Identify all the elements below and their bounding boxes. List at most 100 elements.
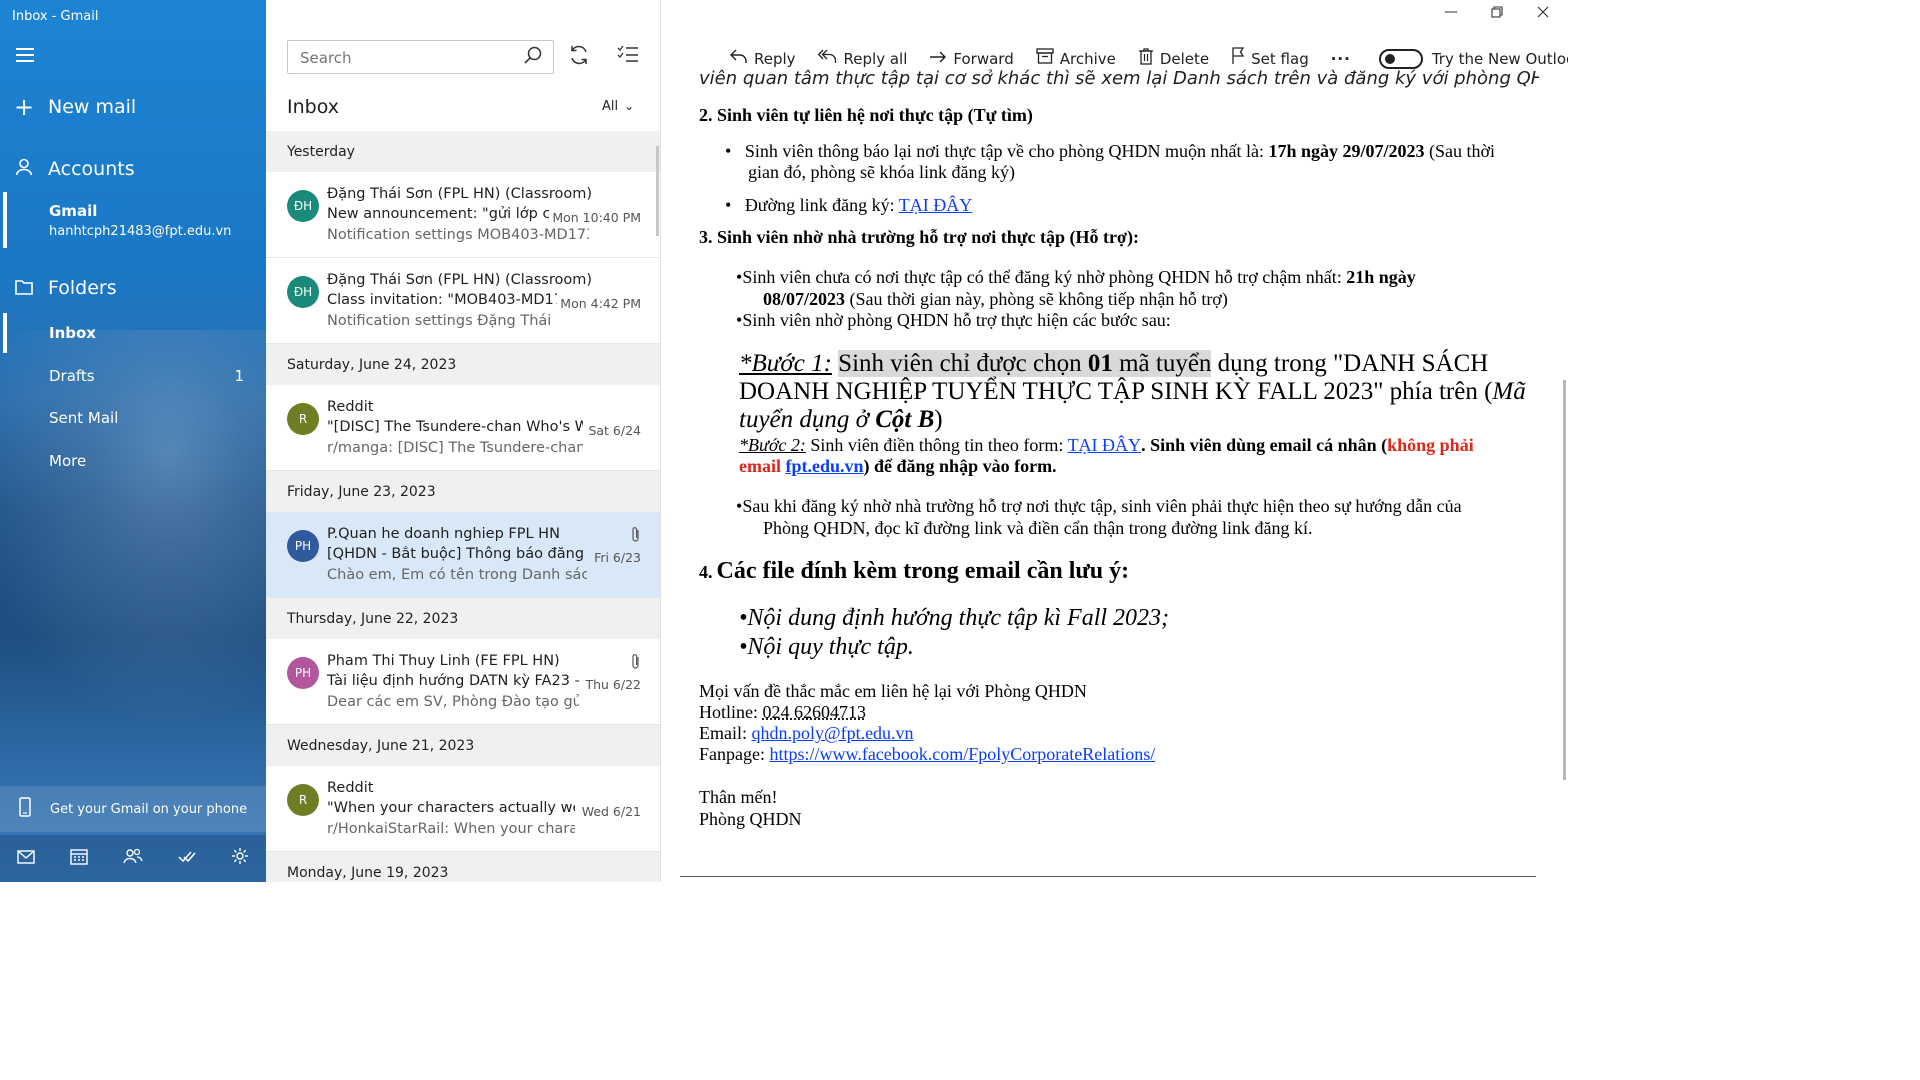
folders-button[interactable]: Folders (0, 273, 266, 303)
minimize-icon[interactable]: — (1444, 4, 1458, 20)
body-text: Sau khi đăng ký nhờ nhà trường hỗ trợ nơ… (742, 496, 1462, 516)
section-title: Sinh viên tự liên hệ nơi thực tập (Tự tì… (717, 105, 1033, 125)
chevron-down-icon: ⌄ (624, 99, 635, 113)
highlighted-text: 01 (1087, 350, 1113, 377)
person-icon (0, 157, 48, 181)
search-icon[interactable] (523, 45, 543, 70)
section-title: Các file đính kèm trong email cần lưu ý: (716, 558, 1130, 584)
folder-inbox[interactable]: Inbox (0, 313, 266, 353)
message-preview: Chào em, Em có tên trong Danh sách đăng (327, 567, 587, 583)
hotline-line: Hotline: 024 62604713 (699, 702, 866, 723)
message-item[interactable]: ĐH Đặng Thái Sơn (FPL HN) (Classroom) Ne… (266, 172, 660, 258)
deadline-text: 17h ngày 29/07/2023 (1268, 141, 1425, 161)
label: Fanpage: (699, 744, 770, 764)
maximize-icon[interactable] (1491, 6, 1503, 22)
section-title: Sinh viên nhờ nhà trường hỗ trợ nơi thực… (717, 227, 1139, 247)
account-name: Gmail (49, 202, 98, 220)
body-text: Cột B (875, 406, 935, 433)
form-link[interactable]: TẠI ĐÂY (1068, 435, 1142, 455)
selection-indicator (3, 192, 7, 248)
message-subject: Tài liệu định hướng DATN kỳ FA23 – Lớp (327, 673, 579, 689)
body-text: ) (934, 406, 943, 433)
sync-icon[interactable] (568, 44, 590, 71)
new-mail-button[interactable]: + New mail (0, 92, 266, 122)
body-text: Sinh viên chưa có nơi thực tập có thể đă… (742, 267, 1347, 287)
message-item[interactable]: PH Pham Thi Thuy Linh (FE FPL HN) Tài li… (266, 639, 660, 725)
email-line: Email: qhdn.poly@fpt.edu.vn (699, 723, 914, 744)
warning-text: không phải (1387, 435, 1474, 455)
signature: Phòng QHDN (699, 809, 802, 829)
message-sender: Pham Thi Thuy Linh (FE FPL HN) (327, 653, 560, 669)
section-number: 4. (699, 562, 713, 582)
message-item[interactable]: R Reddit "[DISC] The Tsundere-chan Who's… (266, 385, 660, 471)
section-number: 3. (699, 227, 713, 247)
attachment-icon (631, 526, 641, 547)
message-list: Yesterday ĐH Đặng Thái Sơn (FPL HN) (Cla… (266, 131, 660, 882)
search-box[interactable] (287, 40, 554, 74)
message-preview: Notification settings Đặng Thái Sơn (327, 313, 553, 329)
fanpage-link[interactable]: https://www.facebook.com/FpolyCorporateR… (769, 744, 1155, 764)
reading-pane-scrollbar[interactable] (1563, 380, 1566, 780)
body-text: Sinh viên thông báo lại nơi thực tập về … (744, 141, 1269, 161)
bullet-item: •Sinh viên nhờ phòng QHDN hỗ trợ thực hi… (736, 310, 1171, 330)
message-list-pane: Inbox All ⌄ Yesterday ĐH Đặng Thái Sơn (F… (266, 0, 661, 882)
domain-link[interactable]: fpt.edu.vn (786, 456, 864, 476)
folder-sent-mail[interactable]: Sent Mail (0, 398, 266, 438)
promo-text: Get your Gmail on your phone (50, 801, 248, 817)
email-body-top-cut: viên quan tâm thực tập tại cơ sở khác th… (699, 62, 1539, 92)
new-mail-label: New mail (48, 96, 137, 118)
calendar-icon[interactable] (70, 848, 88, 870)
folder-icon (0, 276, 48, 300)
folder-label: Inbox (49, 324, 96, 342)
highlighted-text: Sinh viên chỉ được chọn (838, 350, 1088, 377)
avatar: ĐH (287, 276, 319, 308)
close-icon[interactable] (1537, 6, 1549, 22)
avatar: PH (287, 530, 319, 562)
message-sender: Đặng Thái Sơn (FPL HN) (Classroom) (327, 186, 592, 202)
mail-icon[interactable] (17, 849, 36, 869)
attachment-item: •Nội dung định hướng thực tập kì Fall 20… (739, 605, 1170, 631)
deadline-text: 08/07/2023 (763, 289, 846, 309)
section-heading: 2. Sinh viên tự liên hệ nơi thực tập (Tự… (699, 105, 1033, 126)
body-text: Mọi vấn đề thắc mắc em liên hệ lại với P… (699, 681, 1087, 701)
date-group-header: Wednesday, June 21, 2023 (266, 725, 660, 766)
body-text: Nội quy thực tập. (747, 634, 914, 660)
bullet-item: • Đường link đăng ký: TẠI ĐÂY (725, 195, 973, 215)
list-scrollbar[interactable] (656, 146, 659, 236)
step-1-line: DOANH NGHIỆP TUYỂN THỰC TẬP SINH KỲ FALL… (739, 378, 1526, 406)
message-item[interactable]: ĐH Đặng Thái Sơn (FPL HN) (Classroom) Cl… (266, 258, 660, 344)
step-label: *Bước 1: (739, 350, 832, 377)
section-heading: 4. Các file đính kèm trong email cần lưu… (699, 558, 1129, 585)
body-text: tuyển dụng ở (739, 406, 876, 433)
get-app-promo[interactable]: Get your Gmail on your phone (0, 786, 266, 832)
message-item-selected[interactable]: PH P.Quan he doanh nghiep FPL HN [QHDN -… (266, 512, 660, 598)
folder-drafts[interactable]: Drafts 1 (0, 356, 266, 396)
unread-count: 1 (234, 367, 244, 385)
message-subject: Class invitation: "MOB403-MD17302" (327, 292, 557, 308)
selection-mode-icon[interactable] (617, 44, 639, 69)
message-date: Wed 6/21 (581, 804, 641, 819)
message-item[interactable]: R Reddit "When your characters actually … (266, 766, 660, 852)
folder-label: More (49, 452, 87, 470)
accounts-button[interactable]: Accounts (0, 154, 266, 184)
body-text: Mã (1492, 378, 1526, 405)
message-preview: r/manga: [DISC] The Tsundere-chan Who's (327, 440, 583, 456)
message-subject: "[DISC] The Tsundere-chan Who's Way (327, 419, 583, 435)
register-link[interactable]: TẠI ĐÂY (899, 195, 973, 215)
folder-more[interactable]: More (0, 441, 266, 481)
date-group-header: Monday, June 19, 2023 (266, 852, 660, 882)
avatar: R (287, 784, 319, 816)
todo-icon[interactable] (178, 849, 196, 869)
message-sender: P.Quan he doanh nghiep FPL HN (327, 526, 560, 542)
account-gmail[interactable]: Gmail hanhtcph21483@fpt.edu.vn (0, 192, 266, 248)
people-icon[interactable] (123, 848, 143, 869)
search-input[interactable] (298, 48, 518, 68)
folder-label: Sent Mail (49, 409, 119, 427)
settings-gear-icon[interactable] (231, 847, 249, 870)
filter-dropdown[interactable]: All ⌄ (602, 99, 634, 114)
phone-icon (0, 797, 50, 821)
message-subject: "When your characters actually wear (327, 800, 575, 816)
email-link[interactable]: qhdn.poly@fpt.edu.vn (752, 723, 914, 743)
phone-number[interactable]: 024 62604713 (763, 702, 867, 722)
hamburger-menu-icon[interactable] (16, 48, 34, 62)
